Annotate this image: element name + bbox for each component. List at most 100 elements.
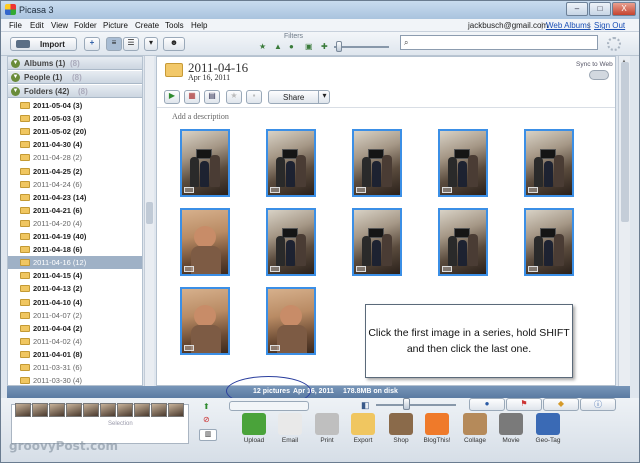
rotate-buttons[interactable] bbox=[229, 401, 309, 411]
menu-tools[interactable]: Tools bbox=[165, 21, 184, 30]
folder-item[interactable]: 2011-04-01 (8) bbox=[8, 348, 142, 361]
save-button[interactable]: ▪ bbox=[246, 90, 262, 104]
date-slider-track[interactable] bbox=[334, 46, 389, 48]
maximize-button[interactable]: □ bbox=[589, 2, 611, 16]
photo-thumbnail[interactable] bbox=[266, 129, 316, 197]
movie-button[interactable]: ▤ bbox=[204, 90, 220, 104]
filter-geotag-icon[interactable]: ✚ bbox=[321, 42, 328, 51]
view-tree-button[interactable]: ☰ bbox=[123, 37, 139, 51]
import-button[interactable]: Import bbox=[10, 37, 77, 51]
upload-button[interactable]: Upload bbox=[235, 413, 273, 444]
people-button[interactable]: ☻ bbox=[163, 37, 185, 51]
albums-section[interactable]: ▼ Albums (1) (8) bbox=[8, 57, 142, 70]
folder-item[interactable]: 2011-05-04 (3) bbox=[8, 99, 142, 112]
folder-item[interactable]: 2011-04-28 (2) bbox=[8, 151, 142, 164]
email-button[interactable]: Email bbox=[271, 413, 309, 444]
sign-out-link[interactable]: Sign Out bbox=[594, 21, 625, 30]
folder-item[interactable]: 2011-04-18 (6) bbox=[8, 243, 142, 256]
photo-thumbnail[interactable] bbox=[180, 208, 230, 276]
folder-item[interactable]: 2011-05-03 (3) bbox=[8, 112, 142, 125]
photo-thumbnail[interactable] bbox=[266, 287, 316, 355]
album-scrollbar[interactable]: ▲ bbox=[618, 56, 630, 386]
menu-edit[interactable]: Edit bbox=[30, 21, 44, 30]
photo-thumbnail[interactable] bbox=[438, 208, 488, 276]
shop-button[interactable]: Shop bbox=[382, 413, 420, 444]
places-button[interactable]: ⚑ bbox=[506, 398, 542, 411]
folder-item[interactable]: 2011-04-02 (4) bbox=[8, 335, 142, 348]
menu-create[interactable]: Create bbox=[135, 21, 159, 30]
folder-item[interactable]: 2011-04-15 (4) bbox=[8, 269, 142, 282]
print-button[interactable]: Print bbox=[308, 413, 346, 444]
tray-thumbnail[interactable] bbox=[32, 403, 48, 417]
photo-thumbnail[interactable] bbox=[524, 129, 574, 197]
people-tag-button[interactable]: ● bbox=[469, 398, 505, 411]
filter-star-icon[interactable]: ★ bbox=[259, 42, 266, 51]
info-button[interactable]: ⓘ bbox=[580, 398, 616, 411]
collapse-icon[interactable]: ▼ bbox=[11, 59, 20, 68]
star-button[interactable]: ★ bbox=[226, 90, 242, 104]
thumbnail-size-slider-thumb[interactable] bbox=[403, 398, 410, 410]
sync-toggle[interactable] bbox=[589, 70, 609, 80]
folder-item[interactable]: 2011-04-16 (12) bbox=[8, 256, 142, 270]
photo-thumbnail[interactable] bbox=[180, 129, 230, 197]
photo-thumbnail[interactable] bbox=[438, 129, 488, 197]
share-button[interactable]: Share ▾ bbox=[268, 90, 330, 104]
folder-item[interactable]: 2011-04-23 (14) bbox=[8, 191, 142, 204]
folder-item[interactable]: 2011-03-31 (6) bbox=[8, 361, 142, 374]
blogthis-button[interactable]: BlogThis! bbox=[418, 413, 456, 444]
tray-thumbnail[interactable] bbox=[15, 403, 31, 417]
tray-thumbnail[interactable] bbox=[49, 403, 65, 417]
filter-video-icon[interactable]: ▣ bbox=[305, 42, 313, 51]
menu-folder[interactable]: Folder bbox=[74, 21, 97, 30]
tray-thumbnail[interactable] bbox=[134, 403, 150, 417]
menu-view[interactable]: View bbox=[51, 21, 68, 30]
tags-button[interactable]: ◆ bbox=[543, 398, 579, 411]
web-albums-link[interactable]: Web Albums bbox=[546, 21, 591, 30]
folder-item[interactable]: 2011-04-07 (2) bbox=[8, 309, 142, 322]
minimize-button[interactable]: – bbox=[566, 2, 588, 16]
photo-thumbnail[interactable] bbox=[180, 287, 230, 355]
movie-button[interactable]: Movie bbox=[492, 413, 530, 444]
tray-thumbnail[interactable] bbox=[83, 403, 99, 417]
folder-item[interactable]: 2011-04-04 (2) bbox=[8, 322, 142, 335]
album-scroll-thumb[interactable] bbox=[621, 62, 629, 222]
folder-item[interactable]: 2011-03-30 (4) bbox=[8, 374, 142, 385]
close-button[interactable]: X bbox=[612, 2, 636, 16]
hold-icon[interactable]: ⬆ bbox=[203, 402, 210, 411]
date-slider-thumb[interactable] bbox=[336, 41, 342, 52]
chevron-down-icon[interactable]: ▾ bbox=[318, 91, 330, 103]
add-button[interactable]: + bbox=[84, 37, 100, 51]
search-input[interactable]: ⌕ bbox=[400, 35, 598, 50]
view-list-button[interactable]: ≡ bbox=[106, 37, 122, 51]
photo-thumbnail[interactable] bbox=[352, 208, 402, 276]
collage-button[interactable]: ▦ bbox=[184, 90, 200, 104]
tray-thumbnail[interactable] bbox=[117, 403, 133, 417]
folder-item[interactable]: 2011-04-10 (4) bbox=[8, 296, 142, 309]
add-to-album-button[interactable]: ▥ bbox=[199, 429, 217, 441]
collapse-icon[interactable]: ▼ bbox=[11, 87, 20, 96]
menu-file[interactable]: File bbox=[9, 21, 22, 30]
tray-thumbnail[interactable] bbox=[151, 403, 167, 417]
photo-thumbnail[interactable] bbox=[524, 208, 574, 276]
people-section[interactable]: ▼ People (1) (8) bbox=[8, 71, 142, 84]
sidebar-scrollbar[interactable] bbox=[144, 56, 154, 386]
album-date[interactable]: Apr 16, 2011 bbox=[188, 73, 230, 82]
export-button[interactable]: Export bbox=[344, 413, 382, 444]
menu-help[interactable]: Help bbox=[191, 21, 207, 30]
folder-item[interactable]: 2011-04-30 (4) bbox=[8, 138, 142, 151]
slideshow-button[interactable]: ▶ bbox=[164, 90, 180, 104]
folders-section[interactable]: ▼ Folders (42) (8) bbox=[8, 85, 142, 98]
sidebar-scroll-thumb[interactable] bbox=[146, 202, 153, 224]
collage-button[interactable]: Collage bbox=[456, 413, 494, 444]
collapse-icon[interactable]: ▼ bbox=[11, 73, 20, 82]
tray-thumbnail[interactable] bbox=[100, 403, 116, 417]
folder-item[interactable]: 2011-04-21 (6) bbox=[8, 204, 142, 217]
folder-item[interactable]: 2011-05-02 (20) bbox=[8, 125, 142, 138]
geotag-button[interactable]: Geo-Tag bbox=[529, 413, 567, 444]
view-dropdown-button[interactable]: ▾ bbox=[144, 37, 158, 51]
description-field[interactable]: Add a description bbox=[172, 112, 229, 121]
photo-thumbnail[interactable] bbox=[266, 208, 316, 276]
photo-thumbnail[interactable] bbox=[352, 129, 402, 197]
thumbnail-size-slider-track[interactable] bbox=[376, 404, 456, 406]
folder-item[interactable]: 2011-04-19 (40) bbox=[8, 230, 142, 243]
